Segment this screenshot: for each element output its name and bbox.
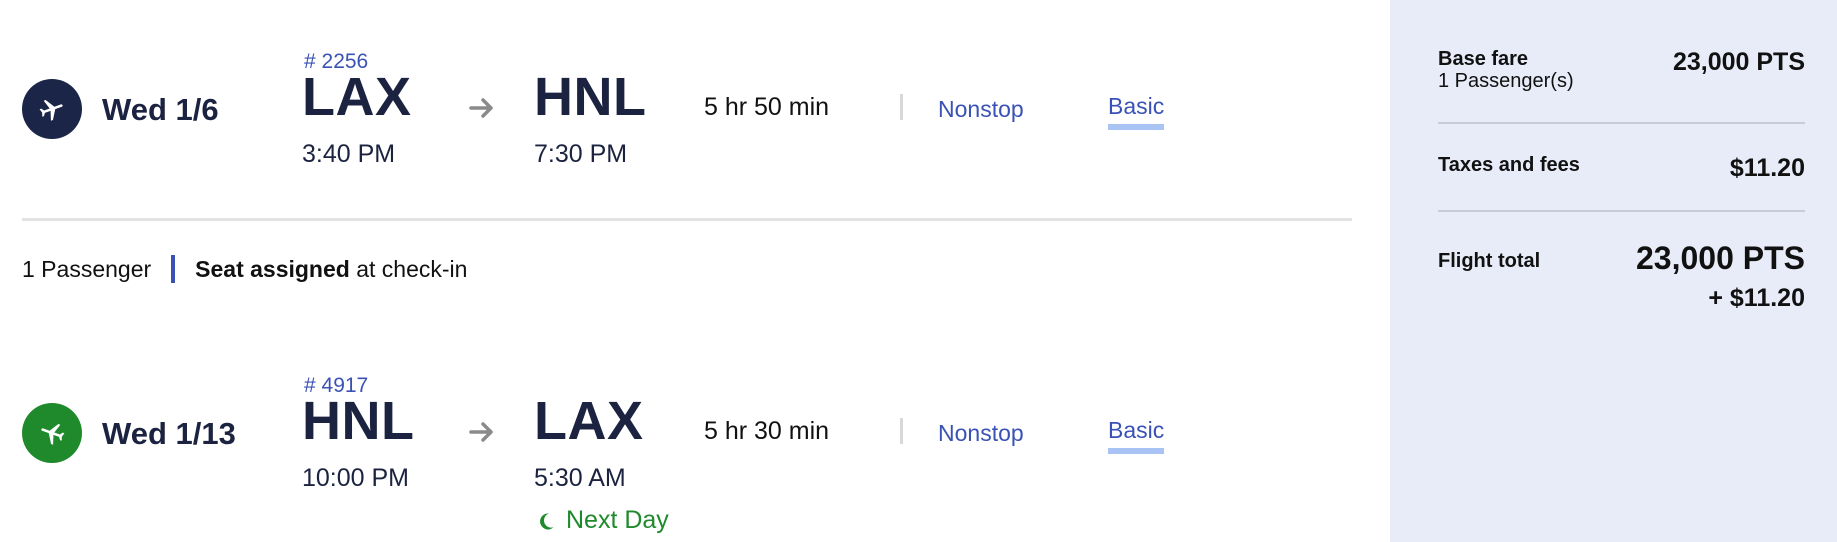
- passenger-count: 1 Passenger: [22, 255, 152, 282]
- flight-duration: 5 hr 30 min: [704, 417, 830, 445]
- divider: [900, 418, 903, 444]
- flight-duration: 5 hr 50 min: [704, 93, 830, 121]
- flight-date: Wed 1/6: [102, 92, 219, 127]
- passenger-count-label: 1 Passenger(s): [1438, 70, 1574, 92]
- flight-total-label: Flight total: [1438, 250, 1541, 272]
- moon-icon: [540, 512, 554, 529]
- divider: [900, 94, 903, 120]
- fare-class-link[interactable]: Basic: [1108, 417, 1165, 454]
- destination-airport-code: HNL: [534, 67, 647, 127]
- origin-airport-code: HNL: [302, 391, 415, 451]
- flight-total-cash: + $11.20: [1708, 284, 1805, 312]
- departure-time: 10:00 PM: [302, 464, 410, 492]
- seat-assignment-status: Seat assigned: [195, 255, 350, 282]
- divider: [1438, 122, 1805, 124]
- base-fare-value: 23,000 PTS: [1672, 48, 1805, 76]
- next-day-note: Next Day: [536, 506, 669, 535]
- origin-airport-code: LAX: [302, 67, 412, 127]
- seat-assignment-detail: at check-in: [349, 255, 468, 282]
- departure-time: 3:40 PM: [302, 140, 396, 168]
- divider: [1438, 210, 1805, 212]
- flight-total-points: 23,000 PTS: [1636, 240, 1805, 276]
- stops-link[interactable]: Nonstop: [938, 96, 1024, 123]
- next-day-label: Next Day: [566, 506, 669, 534]
- price-summary-panel: Base fare 1 Passenger(s) 23,000 PTS Taxe…: [1390, 0, 1837, 542]
- flight-itinerary-page: Wed 1/6 # 2256 LAX 3:40 PM HNL 7:30 PM 5…: [0, 0, 1837, 542]
- base-fare-label: Base fare: [1438, 48, 1529, 70]
- plane-return-icon: [22, 403, 82, 463]
- fare-class-link[interactable]: Basic: [1108, 93, 1165, 130]
- stops-link[interactable]: Nonstop: [938, 420, 1024, 447]
- arrival-time: 5:30 AM: [534, 464, 626, 492]
- flight-date: Wed 1/13: [102, 416, 236, 451]
- arrival-time: 7:30 PM: [534, 140, 628, 168]
- passenger-info: 1 Passenger Seat assigned at check-in: [22, 255, 467, 283]
- taxes-label: Taxes and fees: [1438, 154, 1580, 176]
- plane-departure-icon: [22, 79, 82, 139]
- taxes-value: $11.20: [1729, 154, 1805, 182]
- outbound-flight-row: Wed 1/6 # 2256 LAX 3:40 PM HNL 7:30 PM 5…: [0, 0, 1390, 168]
- destination-airport-code: LAX: [534, 391, 644, 451]
- return-flight-row: Wed 1/13 # 4917 HNL 10:00 PM LAX 5:30 AM…: [0, 324, 1390, 534]
- arrow-right-icon: [469, 98, 493, 118]
- arrow-right-icon: [469, 422, 493, 442]
- section-divider: [22, 218, 1352, 221]
- divider: [171, 255, 176, 283]
